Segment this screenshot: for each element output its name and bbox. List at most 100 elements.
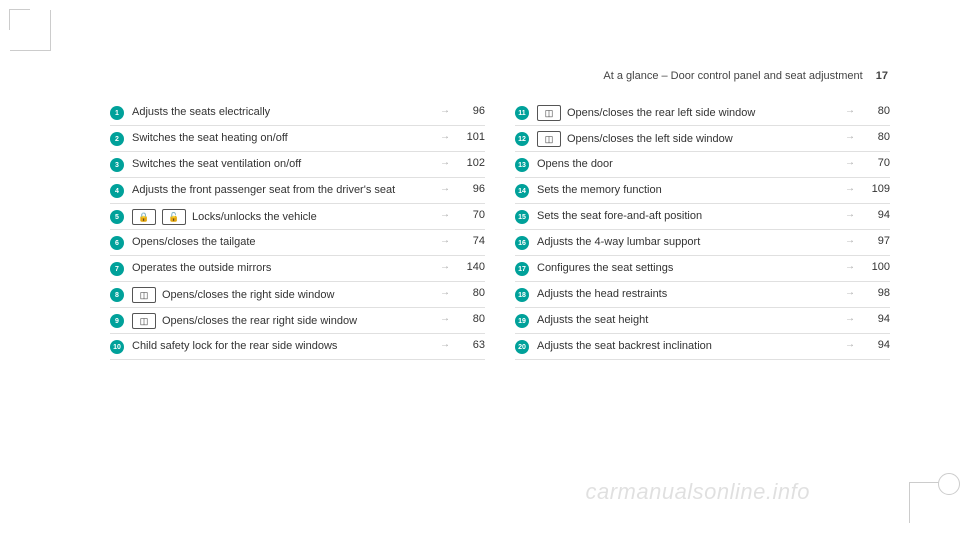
arrow-icon: → <box>840 235 860 246</box>
page-reference: 63 <box>455 339 485 351</box>
page-reference: 94 <box>860 313 890 325</box>
window-icon: ◫ <box>132 287 156 303</box>
item-text: Adjusts the head restraints <box>537 287 667 302</box>
item-description: Switches the seat heating on/off <box>132 131 435 146</box>
page-reference: 70 <box>860 157 890 169</box>
unlock-icon: 🔓 <box>162 209 186 225</box>
item-text: Opens/closes the tailgate <box>132 235 256 250</box>
item-marker: 14 <box>515 184 529 198</box>
item-marker: 5 <box>110 210 124 224</box>
item-description: Adjusts the seat height <box>537 313 840 328</box>
item-text: Opens/closes the left side window <box>567 132 733 147</box>
item-text: Adjusts the seats electrically <box>132 105 270 120</box>
item-text: Adjusts the seat backrest inclination <box>537 339 712 354</box>
section-title: At a glance – Door control panel and sea… <box>603 70 862 82</box>
item-description: Adjusts the 4-way lumbar support <box>537 235 840 250</box>
arrow-icon: → <box>435 183 455 194</box>
list-item: 4 Adjusts the front passenger seat from t… <box>110 178 485 204</box>
item-text: Adjusts the 4-way lumbar support <box>537 235 700 250</box>
item-description: Operates the outside mirrors <box>132 261 435 276</box>
item-text: Operates the outside mirrors <box>132 261 271 276</box>
arrow-icon: → <box>435 235 455 246</box>
item-description: Configures the seat settings <box>537 261 840 276</box>
page-reference: 102 <box>455 157 485 169</box>
arrow-icon: → <box>840 313 860 324</box>
right-column: 11◫Opens/closes the rear left side windo… <box>515 100 890 360</box>
arrow-icon: → <box>840 287 860 298</box>
item-marker: 6 <box>110 236 124 250</box>
arrow-icon: → <box>840 131 860 142</box>
item-marker: 8 <box>110 288 124 302</box>
lock-icon: 🔒 <box>132 209 156 225</box>
arrow-icon: → <box>840 209 860 220</box>
item-marker: 18 <box>515 288 529 302</box>
list-item: 14 Sets the memory function →109 <box>515 178 890 204</box>
page-reference: 80 <box>455 287 485 299</box>
list-item: 5🔒🔓Locks/unlocks the vehicle→70 <box>110 204 485 230</box>
list-item: 8 ◫Opens/closes the right side window→80 <box>110 282 485 308</box>
item-description: Adjusts the seats electrically <box>132 105 435 120</box>
page-header: At a glance – Door control panel and sea… <box>110 70 890 82</box>
list-item: 19Adjusts the seat height→94 <box>515 308 890 334</box>
page-reference: 109 <box>860 183 890 195</box>
list-item: 15Sets the seat fore-and-aft position→94 <box>515 204 890 230</box>
list-item: 1Adjusts the seats electrically→96 <box>110 100 485 126</box>
list-item: 2Switches the seat heating on/off→101 <box>110 126 485 152</box>
arrow-icon: → <box>840 339 860 350</box>
arrow-icon: → <box>840 261 860 272</box>
item-text: Switches the seat heating on/off <box>132 131 288 146</box>
item-text: Opens the door <box>537 157 613 172</box>
list-item: 13 Opens the door →70 <box>515 152 890 178</box>
page-reference: 96 <box>455 183 485 195</box>
item-marker: 3 <box>110 158 124 172</box>
page-reference: 101 <box>455 131 485 143</box>
item-text: Opens/closes the rear right side window <box>162 314 357 329</box>
page-reference: 97 <box>860 235 890 247</box>
item-description: Switches the seat ventilation on/off <box>132 157 435 172</box>
arrow-icon: → <box>435 105 455 116</box>
page-content: At a glance – Door control panel and sea… <box>110 70 890 360</box>
item-text: Child safety lock for the rear side wind… <box>132 339 337 354</box>
page-reference: 100 <box>860 261 890 273</box>
item-description: ◫ Opens/closes the rear right side window <box>132 313 435 329</box>
item-description: Opens the door <box>537 157 840 172</box>
item-marker: 16 <box>515 236 529 250</box>
item-marker: 4 <box>110 184 124 198</box>
arrow-icon: → <box>840 105 860 116</box>
item-description: Adjusts the head restraints <box>537 287 840 302</box>
list-item: 7 Operates the outside mirrors →140 <box>110 256 485 282</box>
arrow-icon: → <box>435 313 455 324</box>
item-description: Adjusts the front passenger seat from th… <box>132 183 435 198</box>
item-marker: 9 <box>110 314 124 328</box>
crop-mark-top-left <box>10 10 51 51</box>
item-text: Sets the memory function <box>537 183 662 198</box>
list-item: 16 Adjusts the 4-way lumbar support →97 <box>515 230 890 256</box>
item-description: ◫Opens/closes the right side window <box>132 287 435 303</box>
page-reference: 96 <box>455 105 485 117</box>
arrow-icon: → <box>840 157 860 168</box>
page-reference: 80 <box>455 313 485 325</box>
arrow-icon: → <box>840 183 860 194</box>
item-description: Sets the seat fore-and-aft position <box>537 209 840 224</box>
item-text: Locks/unlocks the vehicle <box>192 210 317 225</box>
watermark: carmanualsonline.info <box>585 479 810 505</box>
item-description: Child safety lock for the rear side wind… <box>132 339 435 354</box>
item-description: ◫Opens/closes the rear left side window <box>537 105 840 121</box>
page-reference: 74 <box>455 235 485 247</box>
page-reference: 94 <box>860 339 890 351</box>
item-marker: 13 <box>515 158 529 172</box>
list-item: 20Adjusts the seat backrest inclination→… <box>515 334 890 360</box>
arrow-icon: → <box>435 287 455 298</box>
window-icon: ◫ <box>537 131 561 147</box>
item-description: ◫ Opens/closes the left side window <box>537 131 840 147</box>
item-text: Switches the seat ventilation on/off <box>132 157 301 172</box>
arrow-icon: → <box>435 261 455 272</box>
page-reference: 140 <box>455 261 485 273</box>
item-text: Sets the seat fore-and-aft position <box>537 209 702 224</box>
item-marker: 7 <box>110 262 124 276</box>
item-text: Adjusts the seat height <box>537 313 648 328</box>
list-item: 3Switches the seat ventilation on/off→10… <box>110 152 485 178</box>
page-reference: 80 <box>860 105 890 117</box>
window-icon: ◫ <box>132 313 156 329</box>
two-column-layout: 1Adjusts the seats electrically→962Switc… <box>110 100 890 360</box>
